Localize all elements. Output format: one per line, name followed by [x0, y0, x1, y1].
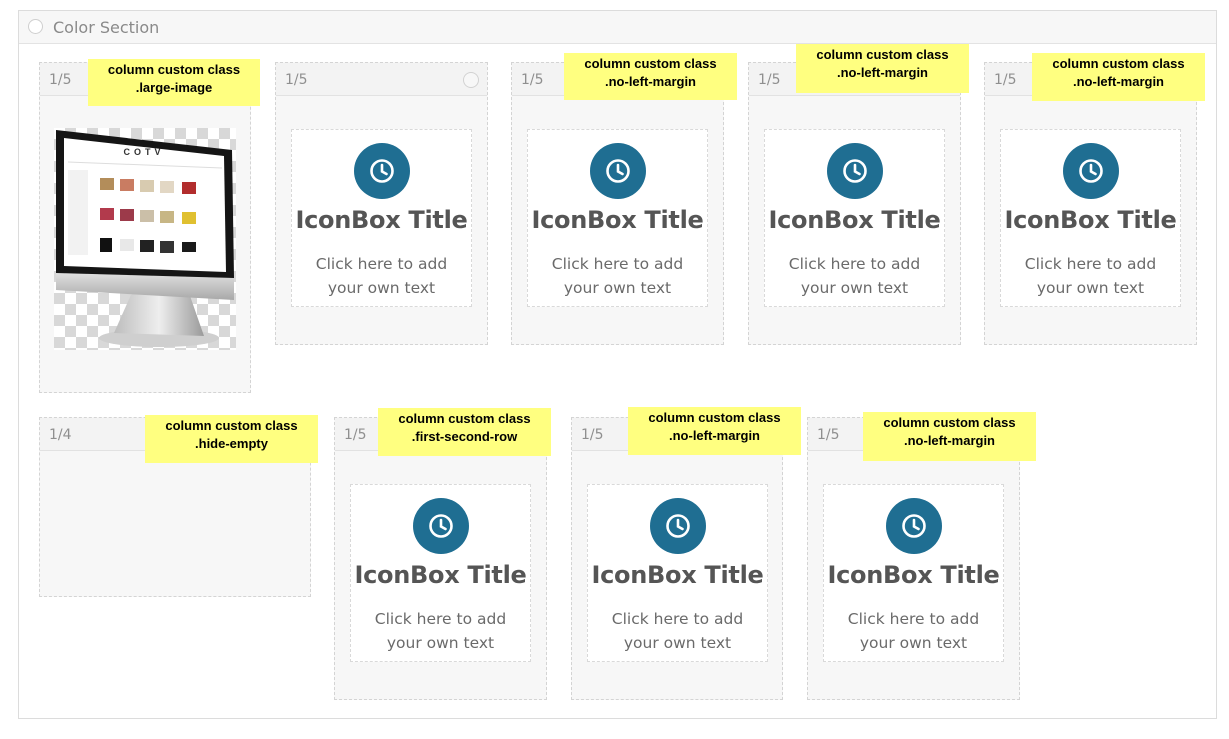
clock-icon: [649, 498, 706, 554]
section-radio[interactable]: [28, 19, 43, 34]
annotation-note: column custom class .no-left-margin: [1032, 53, 1205, 101]
monitor-image[interactable]: COTV: [54, 128, 236, 350]
monitor-graphic: COTV: [56, 130, 234, 347]
annotation-note: column custom class .no-left-margin: [796, 44, 969, 93]
iconbox-title: IconBox Title: [827, 561, 1000, 589]
iconbox[interactable]: IconBox Title Click here to add your own …: [350, 484, 531, 662]
column[interactable]: 1/5 IconBox Title Click here to add your …: [748, 62, 961, 345]
annotation-note: column custom class .first-second-row: [378, 408, 551, 456]
annotation-note: column custom class .no-left-margin: [628, 407, 801, 455]
column-size: 1/5: [817, 427, 840, 443]
section-title: Color Section: [53, 18, 160, 37]
iconbox-text: Click here to add your own text: [788, 255, 921, 297]
iconbox-text: Click here to add your own text: [611, 610, 744, 652]
iconbox[interactable]: IconBox Title Click here to add your own …: [291, 129, 472, 307]
iconbox-text: Click here to add your own text: [315, 255, 448, 297]
iconbox[interactable]: IconBox Title Click here to add your own …: [1000, 129, 1181, 307]
column-size: 1/5: [581, 427, 604, 443]
clock-icon: [826, 143, 883, 199]
column[interactable]: 1/5 IconBox Title Click here to add your …: [511, 62, 724, 345]
iconbox[interactable]: IconBox Title Click here to add your own …: [823, 484, 1004, 662]
iconbox[interactable]: IconBox Title Click here to add your own …: [527, 129, 708, 307]
section-header[interactable]: Color Section: [19, 11, 1216, 44]
monitor-brand: COTV: [123, 147, 164, 157]
column-size: 1/5: [758, 72, 781, 88]
iconbox-title: IconBox Title: [591, 561, 764, 589]
column-header: 1/5: [276, 63, 487, 96]
clock-icon: [353, 143, 410, 199]
column-size: 1/5: [344, 427, 367, 443]
iconbox-text: Click here to add your own text: [1024, 255, 1157, 297]
clock-icon: [589, 143, 646, 199]
clock-icon: [885, 498, 942, 554]
clock-icon: [412, 498, 469, 554]
column[interactable]: 1/5 IconBox Title Click here to add your …: [334, 417, 547, 700]
iconbox-title: IconBox Title: [531, 206, 704, 234]
annotation-note: column custom class .large-image: [88, 59, 260, 106]
column[interactable]: 1/5 IconBox Title Click here to add your …: [275, 62, 488, 345]
iconbox[interactable]: IconBox Title Click here to add your own …: [764, 129, 945, 307]
column-size: 1/5: [521, 72, 544, 88]
column-size: 1/4: [49, 427, 72, 443]
column[interactable]: 1/5 IconBox Title Click here to add your …: [984, 62, 1197, 345]
iconbox-text: Click here to add your own text: [551, 255, 684, 297]
annotation-note: column custom class .no-left-margin: [863, 412, 1036, 461]
iconbox-title: IconBox Title: [354, 561, 527, 589]
iconbox-title: IconBox Title: [1004, 206, 1177, 234]
iconbox-text: Click here to add your own text: [847, 610, 980, 652]
iconbox[interactable]: IconBox Title Click here to add your own …: [587, 484, 768, 662]
column-size: 1/5: [285, 72, 308, 88]
column-radio[interactable]: [463, 72, 479, 88]
iconbox-title: IconBox Title: [768, 206, 941, 234]
column-large-image[interactable]: 1/5 COTV: [39, 62, 251, 393]
column-size: 1/5: [49, 72, 72, 88]
column[interactable]: 1/5 IconBox Title Click here to add your …: [571, 417, 783, 700]
annotation-note: column custom class .hide-empty: [145, 415, 318, 463]
annotation-note: column custom class .no-left-margin: [564, 53, 737, 100]
column-size: 1/5: [994, 72, 1017, 88]
iconbox-title: IconBox Title: [295, 206, 468, 234]
iconbox-text: Click here to add your own text: [374, 610, 507, 652]
clock-icon: [1062, 143, 1119, 199]
